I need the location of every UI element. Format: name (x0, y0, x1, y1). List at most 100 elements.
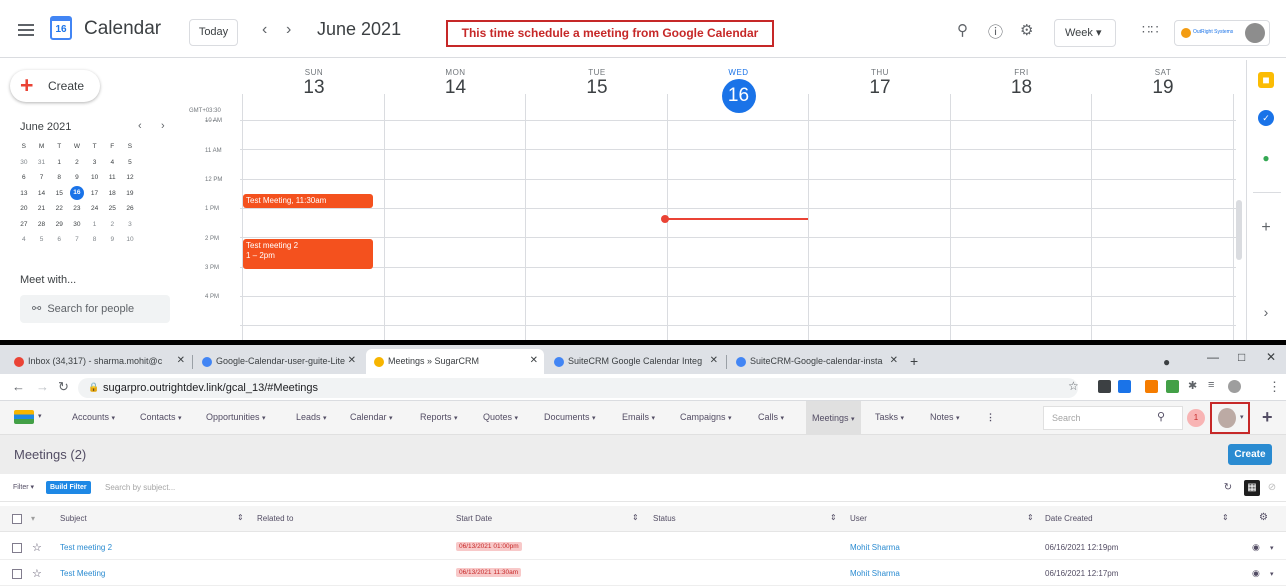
bookmark-star-icon[interactable]: ☆ (1068, 379, 1079, 393)
nav-item-quotes[interactable]: Quotes ▾ (483, 412, 518, 422)
column-start-date[interactable]: Start Date (456, 514, 492, 523)
day-number[interactable]: 13 (303, 77, 324, 98)
mini-day[interactable]: 8 (86, 232, 104, 248)
tab-install[interactable]: SuiteCRM-Google-calendar-insta ✕ (728, 349, 904, 374)
column-chooser-icon[interactable]: ▦ (1244, 480, 1260, 496)
mini-day[interactable]: 8 (50, 170, 68, 186)
row-actions-chevron-icon[interactable]: ▾ (1270, 544, 1274, 552)
help-icon[interactable]: ⓘ (988, 21, 1003, 42)
sort-icon[interactable]: ⇕ (1222, 513, 1229, 522)
day-header[interactable]: THU 17 (809, 68, 951, 99)
apps-grid-icon[interactable]: ∷∷ (1142, 22, 1159, 38)
mini-day[interactable]: 21 (33, 201, 51, 217)
search-icon[interactable]: ⚲ (1157, 410, 1165, 423)
row-checkbox[interactable] (12, 569, 22, 579)
mini-day[interactable]: 22 (50, 201, 68, 217)
day-header[interactable]: SAT 19 (1092, 68, 1234, 99)
column-subject[interactable]: Subject (60, 514, 87, 523)
chevron-down-icon[interactable]: ▾ (38, 412, 42, 420)
mini-day[interactable]: 3 (86, 155, 104, 171)
tab-guide[interactable]: Google-Calendar-user-guite-Lite ✕ (194, 349, 362, 374)
view-selector[interactable]: Week ▾ (1054, 19, 1116, 47)
account-switcher[interactable]: OutRight Systems (1174, 20, 1270, 46)
column-date-created[interactable]: Date Created (1045, 514, 1093, 523)
create-event-button[interactable]: + Create (10, 70, 100, 102)
day-number[interactable]: 14 (445, 77, 466, 98)
mini-day[interactable]: 31 (33, 155, 51, 171)
day-number[interactable]: 16 (721, 79, 756, 113)
mini-day[interactable]: 15 (50, 186, 68, 202)
prev-week-icon[interactable]: ‹ (262, 21, 267, 39)
user-profile-menu[interactable]: ▾ (1210, 402, 1250, 434)
mini-day[interactable]: 1 (86, 217, 104, 233)
mini-day[interactable]: 11 (103, 170, 121, 186)
build-filter-button[interactable]: Build Filter (46, 481, 91, 494)
notification-badge[interactable]: 1 (1187, 409, 1205, 427)
row-actions-chevron-icon[interactable]: ▾ (1270, 570, 1274, 578)
mini-day[interactable]: 25 (103, 201, 121, 217)
main-menu-icon[interactable] (18, 24, 34, 36)
bulk-action-dropdown[interactable]: ▾ (31, 514, 35, 523)
mini-day[interactable]: 19 (121, 186, 139, 202)
day-number[interactable]: 19 (1152, 77, 1173, 98)
mini-day[interactable]: 16 (69, 185, 84, 200)
mini-prev-month-icon[interactable]: ‹ (138, 120, 142, 132)
profile-icon[interactable] (1228, 380, 1241, 393)
day-header[interactable]: MON 14 (385, 68, 527, 99)
mini-day[interactable]: 29 (50, 217, 68, 233)
maximize-icon[interactable]: □ (1238, 350, 1245, 364)
avatar[interactable] (1245, 23, 1265, 43)
day-header[interactable]: SUN 13 (243, 68, 385, 99)
minimize-icon[interactable]: — (1207, 350, 1219, 364)
mini-next-month-icon[interactable]: › (161, 120, 165, 132)
forward-icon[interactable]: → (36, 379, 49, 394)
meeting-subject-link[interactable]: Test meeting 2 (60, 543, 112, 552)
select-all-checkbox[interactable] (12, 514, 22, 524)
favorite-star-icon[interactable]: ☆ (32, 541, 42, 554)
mini-day[interactable]: 7 (33, 170, 51, 186)
keep-icon[interactable]: ■ (1258, 72, 1274, 88)
search-icon[interactable]: ⚲ (957, 21, 968, 39)
meeting-subject-link[interactable]: Test Meeting (60, 569, 105, 578)
mini-day[interactable]: 5 (33, 232, 51, 248)
mini-day[interactable]: 9 (68, 170, 86, 186)
more-options-icon[interactable]: ⋮ (1268, 379, 1281, 395)
sort-icon[interactable]: ⇕ (237, 513, 244, 522)
mini-day[interactable]: 27 (15, 217, 33, 233)
refresh-icon[interactable]: ↻ (1220, 480, 1236, 496)
view-eye-icon[interactable]: ◉ (1252, 542, 1260, 553)
view-eye-icon[interactable]: ◉ (1252, 568, 1260, 579)
close-icon[interactable]: ✕ (348, 349, 356, 373)
nav-item-contacts[interactable]: Contacts ▾ (140, 412, 182, 422)
day-header[interactable]: TUE 15 (526, 68, 668, 99)
row-checkbox[interactable] (12, 543, 22, 553)
day-number[interactable]: 18 (1011, 77, 1032, 98)
mini-day[interactable]: 24 (86, 201, 104, 217)
more-modules-icon[interactable]: ⋮ (986, 412, 995, 423)
mini-day[interactable]: 23 (68, 201, 86, 217)
column-user[interactable]: User (850, 514, 867, 523)
mini-day[interactable]: 4 (15, 232, 33, 248)
nav-item-meetings[interactable]: Meetings ▾ (806, 401, 861, 435)
mini-day[interactable]: 12 (121, 170, 139, 186)
favorite-star-icon[interactable]: ☆ (32, 567, 42, 580)
mini-day[interactable]: 1 (50, 155, 68, 171)
create-meeting-button[interactable]: Create (1228, 444, 1272, 465)
expand-panel-icon[interactable]: › (1258, 304, 1274, 320)
mini-day[interactable]: 9 (103, 232, 121, 248)
mini-day[interactable]: 6 (50, 232, 68, 248)
nav-item-tasks[interactable]: Tasks ▾ (875, 412, 904, 422)
tab-meetings[interactable]: Meetings » SugarCRM ✕ (366, 349, 544, 374)
mini-day[interactable]: 13 (15, 186, 33, 202)
mini-day[interactable]: 18 (103, 186, 121, 202)
back-icon[interactable]: ← (12, 379, 25, 394)
close-icon[interactable]: ✕ (177, 349, 185, 373)
nav-item-leads[interactable]: Leads ▾ (296, 412, 327, 422)
add-addon-icon[interactable]: + (1258, 220, 1274, 236)
mini-day[interactable]: 3 (121, 217, 139, 233)
nav-item-calls[interactable]: Calls ▾ (758, 412, 784, 422)
user-link[interactable]: Mohit Sharma (850, 569, 900, 578)
extension-icon[interactable] (1098, 380, 1111, 393)
quick-create-icon[interactable]: + (1262, 407, 1273, 428)
close-icon[interactable]: ✕ (890, 349, 898, 373)
